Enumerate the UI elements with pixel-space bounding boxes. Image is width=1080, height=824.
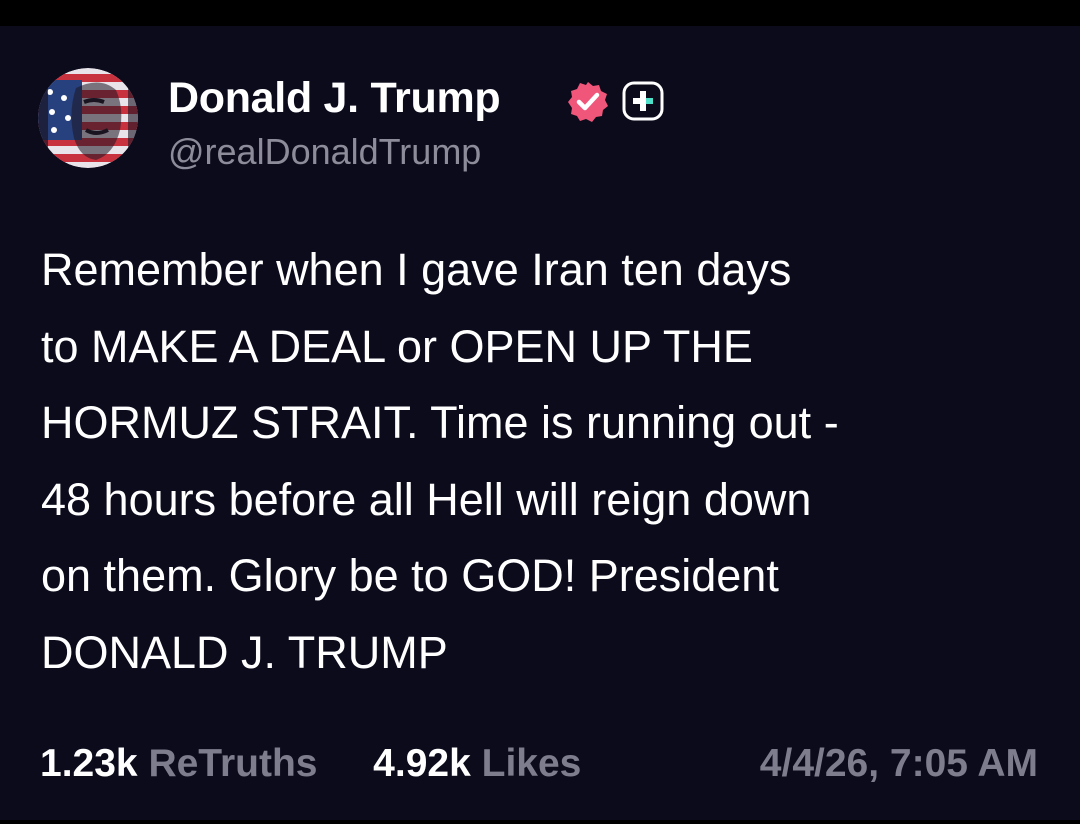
likes-label[interactable]: Likes bbox=[482, 742, 582, 785]
author-handle[interactable]: @realDonaldTrump bbox=[168, 130, 481, 174]
flag-portrait-avatar-icon bbox=[38, 68, 138, 168]
post-text: Remember when I gave Iran ten days to MA… bbox=[41, 244, 839, 678]
follow-plus-icon[interactable] bbox=[622, 81, 664, 121]
author-avatar[interactable] bbox=[38, 68, 138, 168]
post-card: Donald J. Trump @realDonaldTrump Remembe… bbox=[0, 0, 1080, 824]
post-timestamp: 4/4/26, 7:05 AM bbox=[759, 742, 1038, 785]
retruths-label[interactable]: ReTruths bbox=[148, 742, 317, 785]
post-stats: 1.23k ReTruths 4.92k Likes bbox=[40, 740, 581, 788]
retruths-count[interactable]: 1.23k bbox=[40, 742, 138, 785]
verified-badge-icon bbox=[566, 80, 610, 124]
author-display-name[interactable]: Donald J. Trump bbox=[168, 72, 501, 124]
likes-count[interactable]: 4.92k bbox=[373, 742, 471, 785]
